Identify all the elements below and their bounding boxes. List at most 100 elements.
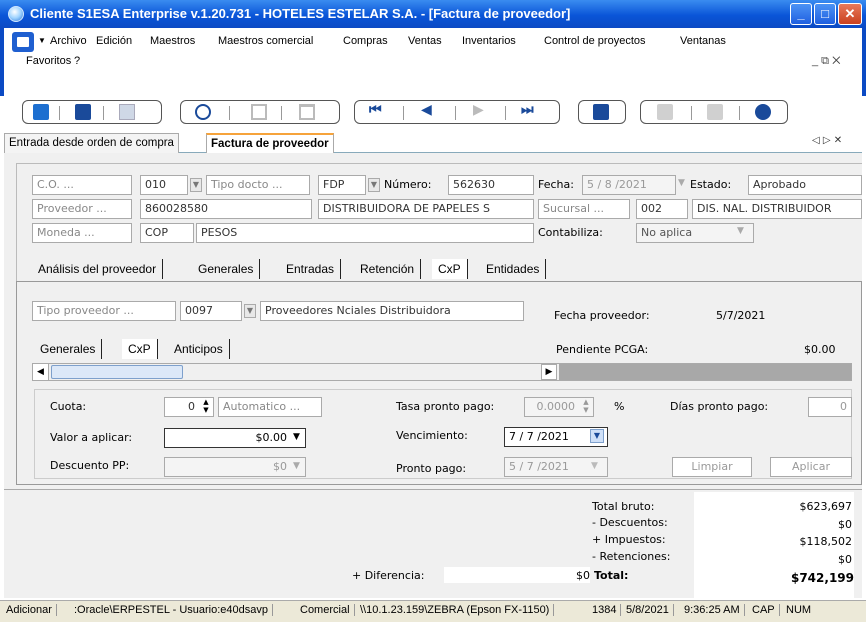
tasa-spinner-icon[interactable]: ▲ ▼ bbox=[580, 398, 592, 416]
co-button[interactable]: C.O. ... bbox=[32, 175, 132, 195]
save-icon[interactable] bbox=[251, 104, 267, 120]
new-document-icon[interactable] bbox=[33, 104, 49, 120]
previous-record-icon[interactable]: ◀ bbox=[421, 102, 437, 118]
status-time: 9:36:25 AM bbox=[684, 604, 745, 616]
print-icon[interactable] bbox=[593, 104, 609, 120]
vencimiento-calendar-icon[interactable]: ▼ bbox=[590, 429, 604, 443]
diferencia-value: $0 bbox=[576, 569, 590, 582]
descuento-pp-label: Descuento PP: bbox=[50, 459, 130, 472]
menu-bar: ▼ Archivo Edición Maestros Maestros come… bbox=[0, 28, 866, 96]
tipo-docto-dropdown-icon[interactable]: ▼ bbox=[368, 178, 380, 192]
mdi-window-controls[interactable]: _ ⧉ ✕ bbox=[812, 55, 840, 68]
tab-entrada-orden-compra[interactable]: Entrada desde orden de compra bbox=[4, 133, 179, 153]
fecha-field[interactable]: 5 / 8 /2021 bbox=[582, 175, 676, 195]
subtab-anticipos[interactable]: Anticipos bbox=[168, 339, 230, 359]
cuota-spinner-icon[interactable]: ▲ ▼ bbox=[200, 398, 212, 416]
last-record-icon[interactable]: ⏭ bbox=[521, 102, 537, 118]
tab-generales[interactable]: Generales bbox=[192, 259, 261, 279]
menu-edicion[interactable]: Edición bbox=[96, 35, 132, 47]
menu-help[interactable]: ? bbox=[74, 55, 80, 67]
estado-label: Estado: bbox=[690, 178, 732, 191]
toolbar-group-print bbox=[578, 100, 626, 124]
horizontal-scrollbar[interactable]: ◀ ▶ bbox=[32, 363, 852, 381]
app-icon[interactable] bbox=[8, 6, 24, 22]
menu-favoritos[interactable]: Favoritos bbox=[26, 55, 71, 67]
tipo-proveedor-dropdown-icon[interactable]: ▼ bbox=[244, 304, 256, 318]
status-bar: Adicionar :Oracle\ERPESTEL - Usuario:e40… bbox=[0, 600, 866, 622]
contabiliza-label: Contabiliza: bbox=[538, 226, 603, 239]
automatico-button[interactable]: Automatico ... bbox=[218, 397, 322, 417]
proveedor-button[interactable]: Proveedor ... bbox=[32, 199, 132, 219]
cuota-label: Cuota: bbox=[50, 400, 87, 413]
co-dropdown-icon[interactable]: ▼ bbox=[190, 178, 202, 192]
co-field[interactable]: 010 bbox=[140, 175, 188, 195]
scroll-thumb[interactable] bbox=[51, 365, 183, 379]
pronto-pago-dropdown-icon[interactable]: ▼ bbox=[591, 461, 598, 471]
aplicar-button[interactable]: Aplicar bbox=[770, 457, 852, 477]
status-mode: Adicionar bbox=[6, 604, 57, 616]
pronto-pago-label: Pronto pago: bbox=[396, 462, 467, 475]
tab-cxp[interactable]: CxP bbox=[432, 259, 468, 279]
menu-archivo[interactable]: Archivo bbox=[50, 35, 87, 47]
tab-factura-proveedor[interactable]: Factura de proveedor bbox=[206, 133, 334, 153]
chevron-down-icon[interactable]: ▼ bbox=[38, 36, 46, 45]
help-icon[interactable] bbox=[755, 104, 771, 120]
scroll-left-icon[interactable]: ◀ bbox=[33, 364, 49, 380]
tab-analisis-proveedor[interactable]: Análisis del proveedor bbox=[32, 259, 164, 279]
tab-scroll-arrows[interactable]: ◁ ▷ ✕ bbox=[812, 135, 842, 146]
first-record-icon[interactable]: ⏮ bbox=[369, 102, 385, 118]
menu-control-proyectos[interactable]: Control de proyectos bbox=[544, 35, 646, 47]
menu-maestros-comercial[interactable]: Maestros comercial bbox=[218, 35, 313, 47]
delete-icon[interactable] bbox=[299, 104, 315, 120]
menu-maestros[interactable]: Maestros bbox=[150, 35, 195, 47]
copy-icon[interactable] bbox=[119, 104, 135, 120]
fecha-dropdown-icon[interactable]: ▼ bbox=[678, 178, 685, 188]
impuestos-value: $118,502 bbox=[799, 535, 853, 548]
tipo-docto-button[interactable]: Tipo docto ... bbox=[206, 175, 310, 195]
moneda-nombre-field: PESOS bbox=[196, 223, 534, 243]
open-folder-icon[interactable] bbox=[75, 104, 91, 120]
moneda-button[interactable]: Moneda ... bbox=[32, 223, 132, 243]
close-button[interactable]: ✕ bbox=[838, 3, 862, 25]
tipo-proveedor-button[interactable]: Tipo proveedor ... bbox=[32, 301, 176, 321]
tab-entidades[interactable]: Entidades bbox=[480, 259, 547, 279]
notes-icon[interactable] bbox=[707, 104, 723, 120]
menu-ventas[interactable]: Ventas bbox=[408, 35, 442, 47]
subtab-cxp[interactable]: CxP bbox=[122, 339, 158, 359]
tipo-proveedor-nombre-field: Proveedores Nciales Distribuidora bbox=[260, 301, 524, 321]
valor-aplicar-dropdown-icon[interactable]: ▼ bbox=[293, 432, 300, 442]
app-menu-icon[interactable] bbox=[12, 32, 34, 52]
menu-compras[interactable]: Compras bbox=[343, 35, 388, 47]
maximize-button[interactable]: □ bbox=[814, 3, 836, 25]
sucursal-button[interactable]: Sucursal ... bbox=[538, 199, 630, 219]
tipo-proveedor-field[interactable]: 0097 bbox=[180, 301, 242, 321]
sucursal-field[interactable]: 002 bbox=[636, 199, 688, 219]
tab-entradas[interactable]: Entradas bbox=[280, 259, 342, 279]
search-icon[interactable] bbox=[195, 104, 211, 120]
tab-retencion[interactable]: Retención bbox=[354, 259, 422, 279]
menu-ventanas[interactable]: Ventanas bbox=[680, 35, 726, 47]
status-num: NUM bbox=[786, 604, 812, 616]
next-record-icon[interactable]: ▶ bbox=[473, 102, 489, 118]
moneda-field[interactable]: COP bbox=[140, 223, 194, 243]
tipo-docto-field[interactable]: FDP bbox=[318, 175, 366, 195]
menu-inventarios[interactable]: Inventarios bbox=[462, 35, 516, 47]
minimize-button[interactable]: _ bbox=[790, 3, 812, 25]
scroll-right-icon[interactable]: ▶ bbox=[541, 364, 557, 380]
toolbar: ⏮ ◀ ▶ ⏭ bbox=[4, 96, 862, 128]
invoice-form: C.O. ... 010 ▼ Tipo docto ... FDP ▼ Núme… bbox=[4, 153, 862, 600]
attach-icon[interactable] bbox=[657, 104, 673, 120]
impuestos-label: + Impuestos: bbox=[592, 533, 666, 546]
subtab-generales[interactable]: Generales bbox=[34, 339, 103, 359]
descuento-pp-dropdown-icon[interactable]: ▼ bbox=[293, 461, 300, 471]
limpiar-button[interactable]: Limpiar bbox=[672, 457, 752, 477]
numero-field[interactable]: 562630 bbox=[448, 175, 534, 195]
valor-aplicar-field[interactable]: $0.00 bbox=[164, 428, 306, 448]
descuento-pp-field[interactable]: $0 bbox=[164, 457, 306, 477]
dias-pronto-pago-field[interactable]: 0 bbox=[808, 397, 852, 417]
valor-aplicar-label: Valor a aplicar: bbox=[50, 431, 133, 444]
contabiliza-dropdown-icon[interactable]: ▼ bbox=[737, 226, 744, 236]
diferencia-label: + Diferencia: bbox=[352, 569, 425, 582]
pendiente-pcga-label: Pendiente PCGA: bbox=[556, 343, 649, 356]
proveedor-nit-field[interactable]: 860028580 bbox=[140, 199, 312, 219]
